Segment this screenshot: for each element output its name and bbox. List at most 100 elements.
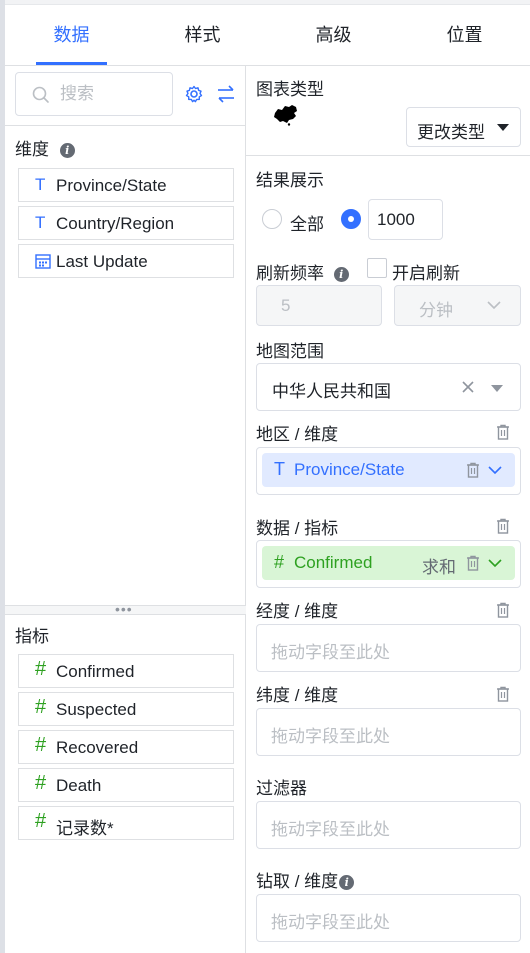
radio-all-label: 全部 — [290, 215, 324, 234]
trash-icon[interactable] — [496, 686, 510, 702]
tab-data[interactable]: 数据 — [36, 5, 107, 65]
tab-style[interactable]: 样式 — [167, 5, 238, 65]
field-label: Last Update — [56, 252, 148, 271]
data-drop-zone[interactable]: # Confirmed 求和 — [256, 540, 521, 588]
chevron-down-icon[interactable] — [488, 559, 502, 568]
dimensions-title: 维度 i — [15, 135, 75, 160]
caret-down-icon — [491, 385, 503, 392]
radio-all[interactable] — [262, 209, 282, 229]
clear-icon[interactable] — [462, 381, 474, 393]
number-type-icon: # — [35, 772, 47, 794]
latitude-drop-zone[interactable]: 拖动字段至此处 — [256, 708, 521, 756]
enable-refresh-label: 开启刷新 — [392, 264, 460, 283]
measure-field-confirmed[interactable]: # Confirmed — [18, 654, 234, 688]
trash-icon[interactable] — [466, 555, 480, 571]
dimension-field-country[interactable]: T Country/Region — [18, 206, 234, 240]
refresh-unit-value: 分钟 — [419, 301, 453, 320]
search-divider — [5, 125, 246, 126]
area-drop-zone[interactable]: T Province/State — [256, 447, 521, 495]
data-measure-title: 数据 / 指标 — [256, 519, 339, 538]
refresh-unit-select: 分钟 — [394, 285, 521, 326]
trash-icon[interactable] — [496, 424, 510, 440]
longitude-drop-zone[interactable]: 拖动字段至此处 — [256, 624, 521, 672]
info-icon[interactable]: i — [59, 143, 75, 159]
field-label: Province/State — [56, 176, 167, 195]
info-icon[interactable]: i — [339, 875, 355, 891]
number-type-icon: # — [35, 734, 47, 756]
china-map-icon — [274, 105, 297, 126]
refresh-rate-text: 刷新频率 — [256, 264, 324, 283]
drop-placeholder: 拖动字段至此处 — [271, 727, 390, 746]
filter-title: 过滤器 — [256, 779, 307, 798]
drill-drop-zone[interactable]: 拖动字段至此处 — [256, 894, 521, 942]
change-chart-type-button[interactable]: 更改类型 — [406, 107, 521, 147]
trash-icon[interactable] — [496, 518, 510, 534]
settings-tabs: 数据 样式 高级 位置 — [5, 5, 530, 66]
number-type-icon: # — [35, 810, 47, 832]
text-type-icon: T — [35, 213, 46, 232]
info-icon[interactable]: i — [333, 267, 349, 283]
radio-limit[interactable] — [341, 209, 361, 229]
refresh-rate-title: 刷新频率 i — [256, 259, 349, 284]
field-label: Recovered — [56, 738, 139, 757]
aggregation-label[interactable]: 求和 — [422, 553, 456, 578]
tab-position[interactable]: 位置 — [429, 5, 500, 65]
chart-config-panel: 图表类型 更改类型 结果展示 全部 刷新频率 i 开启刷新 5 分钟 地图范围 … — [246, 66, 530, 953]
map-range-select[interactable]: 中华人民共和国 — [256, 363, 521, 411]
drill-title: 钻取 / 维度 i — [256, 867, 355, 892]
area-dimension-title: 地区 / 维度 — [256, 425, 339, 444]
measure-field-suspected[interactable]: # Suspected — [18, 692, 234, 726]
active-tab-underline — [36, 62, 107, 65]
map-range-title: 地图范围 — [256, 342, 324, 361]
dimension-field-last-update[interactable]: Last Update — [18, 244, 234, 278]
result-display-title: 结果展示 — [256, 171, 324, 190]
field-label: Country/Region — [56, 214, 175, 233]
search-icon — [32, 86, 49, 103]
refresh-interval-input: 5 — [256, 285, 382, 326]
chart-type-title: 图表类型 — [256, 80, 324, 99]
limit-input[interactable] — [368, 199, 443, 240]
section-divider — [246, 155, 530, 156]
data-field-pill[interactable]: # Confirmed 求和 — [262, 546, 515, 580]
field-list-panel: 维度 i T Province/State T Country/Region L… — [5, 66, 246, 953]
text-type-icon: T — [274, 459, 285, 479]
dimension-field-province[interactable]: T Province/State — [18, 168, 234, 202]
number-type-icon: # — [35, 696, 47, 718]
number-type-icon: # — [274, 552, 285, 572]
trash-icon[interactable] — [496, 602, 510, 618]
field-label: Confirmed — [56, 662, 135, 681]
drop-placeholder: 拖动字段至此处 — [271, 820, 390, 839]
gear-icon[interactable] — [185, 85, 203, 103]
chevron-down-icon[interactable] — [488, 466, 502, 475]
calendar-icon — [35, 254, 51, 269]
data-field-label: Confirmed — [294, 553, 373, 572]
dimensions-title-text: 维度 — [15, 140, 49, 159]
search-input[interactable] — [60, 81, 164, 107]
chevron-down-icon — [487, 301, 501, 310]
field-label: 记录数* — [56, 819, 114, 838]
enable-refresh-checkbox[interactable] — [367, 258, 387, 278]
longitude-title: 经度 / 维度 — [256, 602, 339, 621]
drop-placeholder: 拖动字段至此处 — [271, 643, 390, 662]
map-range-value: 中华人民共和国 — [272, 382, 391, 401]
trash-icon[interactable] — [466, 462, 480, 478]
area-field-pill[interactable]: T Province/State — [262, 453, 515, 487]
refresh-interval-value: 5 — [281, 296, 291, 315]
field-label: Death — [56, 776, 102, 795]
measure-field-death[interactable]: # Death — [18, 768, 234, 802]
tab-advanced[interactable]: 高级 — [298, 5, 369, 65]
swap-icon[interactable] — [217, 85, 235, 103]
text-type-icon: T — [35, 175, 46, 194]
field-label: Suspected — [56, 700, 137, 719]
measure-field-record-count[interactable]: # 记录数* — [18, 806, 234, 840]
number-type-icon: # — [35, 658, 47, 680]
field-search[interactable] — [15, 72, 173, 116]
area-field-label: Province/State — [294, 460, 405, 479]
filter-drop-zone[interactable]: 拖动字段至此处 — [256, 801, 521, 849]
drop-placeholder: 拖动字段至此处 — [271, 913, 390, 932]
caret-down-icon — [497, 124, 509, 131]
measures-title: 指标 — [15, 627, 49, 646]
panel-resize-handle[interactable]: ••• — [5, 601, 246, 617]
measure-field-recovered[interactable]: # Recovered — [18, 730, 234, 764]
latitude-title: 纬度 / 维度 — [256, 686, 339, 705]
